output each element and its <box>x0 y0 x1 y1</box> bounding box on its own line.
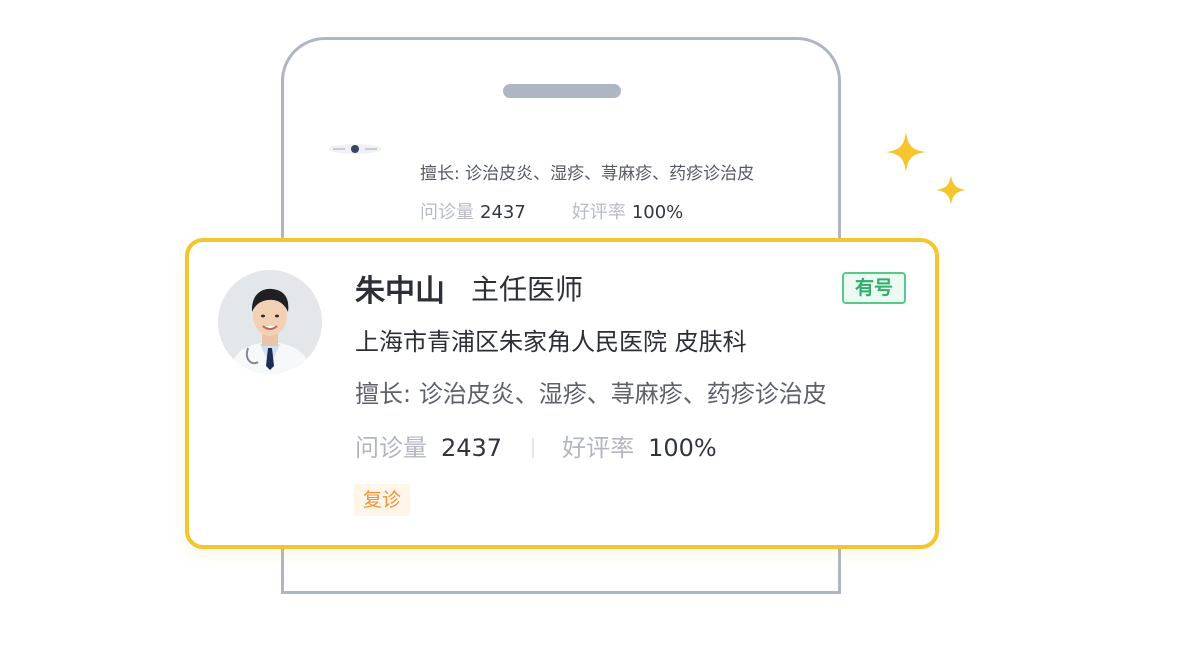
hospital-department: 上海市青浦区朱家角人民医院 皮肤科 <box>355 328 747 356</box>
phone-speaker-notch <box>503 84 621 98</box>
sparkle-icon <box>886 132 926 172</box>
doctor-avatar[interactable] <box>218 270 322 374</box>
doctor-avatar-icon <box>218 270 322 374</box>
rating-label: 好评率 <box>562 434 635 462</box>
background-specialty-text: 擅长: 诊治皮炎、湿疹、荨麻疹、药疹诊治皮 <box>420 164 755 184</box>
doctor-title: 主任医师 <box>471 273 584 306</box>
consult-count-value: 2437 <box>441 434 503 462</box>
background-avatar-icon <box>329 144 381 154</box>
background-consult-label: 问诊量 <box>420 202 474 223</box>
stats-divider <box>532 438 535 458</box>
phone-bottom-edge <box>281 560 841 594</box>
consult-count-label: 问诊量 <box>355 434 427 462</box>
background-stats: 问诊量 2437 好评率 100% <box>420 198 729 224</box>
background-rating-value: 100% <box>631 202 684 223</box>
illustration-stage: 擅长: 诊治皮炎、湿疹、荨麻疹、药疹诊治皮 问诊量2437好评率100% <box>0 0 1200 666</box>
specialty-text: 擅长: 诊治皮炎、湿疹、荨麻疹、药疹诊治皮 <box>355 380 827 408</box>
background-consult-value: 2437 <box>480 202 526 223</box>
doctor-stats: 问诊量 2437 好评率 100% <box>355 428 717 463</box>
doctor-name: 朱中山 <box>355 274 445 309</box>
background-rating-label: 好评率 <box>571 202 626 223</box>
rating-value: 100% <box>648 434 717 462</box>
availability-badge: 有号 <box>842 272 906 304</box>
revisit-tag: 复诊 <box>354 484 410 516</box>
sparkle-small-icon <box>936 175 966 205</box>
